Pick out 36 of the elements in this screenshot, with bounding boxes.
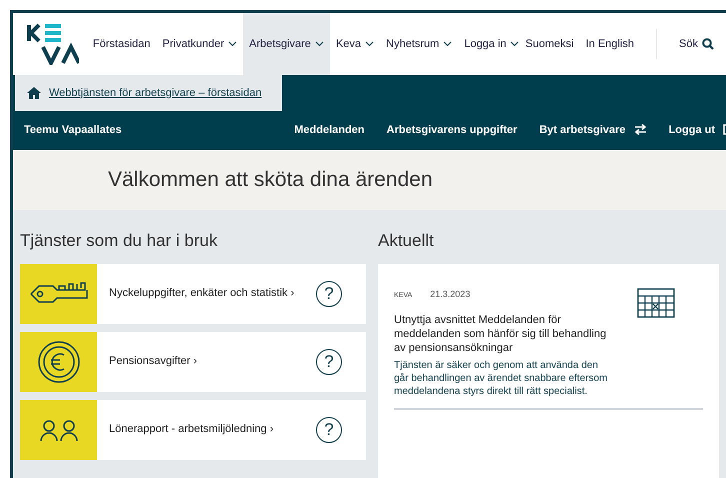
section-heading: Tjänster som du har i bruk <box>20 230 218 252</box>
language-link[interactable]: Suomeksi <box>525 36 574 52</box>
chevron-icon <box>365 41 374 47</box>
home-icon <box>27 87 41 99</box>
user-name: Teemu Vapaallates <box>24 122 122 138</box>
search-icon <box>702 38 714 50</box>
news-headline[interactable]: Utnyttja avsnittet Meddelanden för meddelanden som hänför sig till behandling av pensionsansökningar <box>394 313 609 355</box>
chevron-icon <box>510 41 520 47</box>
search-button[interactable]: Sök <box>679 13 726 75</box>
service-link[interactable]: Pensionsavgifter › <box>109 355 316 368</box>
service-link[interactable]: Lönerapport - arbetsmiljöledning › <box>109 423 316 436</box>
chevron-icon <box>443 41 452 47</box>
help-button[interactable]: ? <box>316 348 342 374</box>
people-icon <box>38 418 78 440</box>
service-card[interactable]: Pensionsavgifter › ? <box>20 332 366 392</box>
swap-arrows-icon <box>634 124 647 136</box>
language-link[interactable]: In English <box>586 36 634 52</box>
help-button[interactable]: ? <box>316 416 342 442</box>
welcome-heading: Välkommen att sköta dina ärenden <box>108 167 433 194</box>
dropdown-link[interactable]: Webbtjänsten för arbetsgivare – förstasidan <box>49 84 262 102</box>
user-bar-link[interactable]: Meddelanden <box>294 122 365 138</box>
user-bar-link[interactable]: Arbetsgivarens uppgifter <box>386 122 518 138</box>
nav-item[interactable]: Arbetsgivare <box>243 13 330 75</box>
chevron-icon <box>228 41 238 47</box>
service-card[interactable]: Lönerapport - arbetsmiljöledning › ? <box>20 400 366 460</box>
user-bar-link[interactable]: Logga ut <box>668 122 726 138</box>
user-bar-link[interactable]: Byt arbetsgivare <box>539 122 647 138</box>
news-date: 21.3.2023 <box>430 288 470 300</box>
chevron-icon <box>314 41 324 47</box>
service-link[interactable]: Nyckeluppgifter, enkäter och statistik › <box>109 287 316 300</box>
section-heading: Aktuellt <box>378 230 435 252</box>
help-button[interactable]: ? <box>316 280 342 306</box>
service-card[interactable]: Nyckeluppgifter, enkäter och statistik › ? <box>20 264 366 324</box>
news-body: Tjänsten är säker och genom att använda den går behandlingen av ärendet snabbare eftersom meddelandena styrs direkt till rätt specialist. <box>394 359 608 398</box>
calendar-icon <box>637 288 675 318</box>
euro-coin-icon <box>36 340 80 384</box>
